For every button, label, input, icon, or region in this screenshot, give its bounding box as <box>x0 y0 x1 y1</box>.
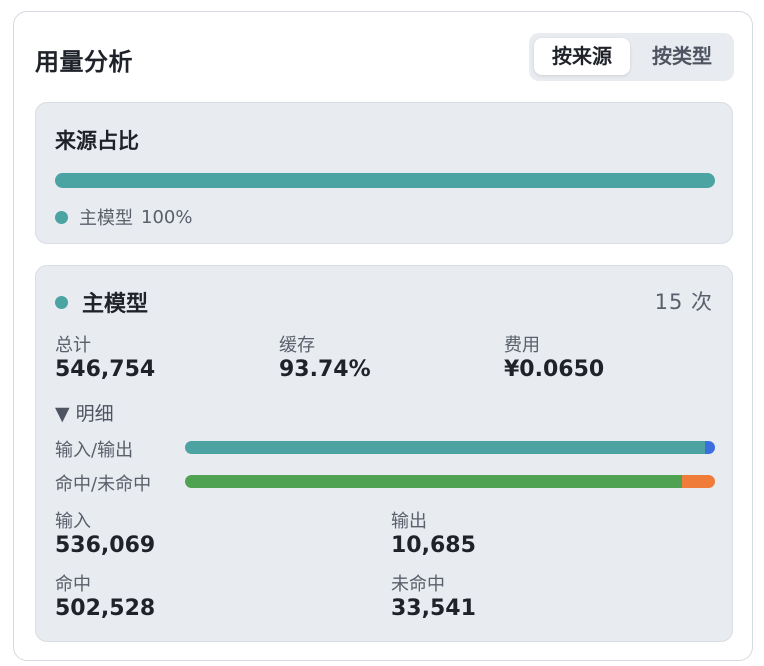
tab-by-type[interactable]: 按类型 <box>635 38 729 75</box>
model-name: 主模型 <box>82 292 149 317</box>
card-title: 用量分析 <box>35 48 133 76</box>
stat-total-value: 546,754 <box>55 357 156 382</box>
source-legend-item: 主模型 100% <box>55 204 192 230</box>
output-label: 输出 <box>391 511 427 532</box>
input-label: 输入 <box>55 511 91 532</box>
hit-bar-label: 命中/未命中 <box>55 474 152 495</box>
io-stacked-bar <box>185 441 715 454</box>
source-share-panel: 来源占比 主模型 100% <box>35 102 733 244</box>
source-share-bar <box>55 173 715 188</box>
io-bar-label: 输入/输出 <box>55 440 134 461</box>
usage-analysis-card: 用量分析 按来源 按类型 来源占比 主模型 100% 主模型 15 次 总计 5… <box>13 11 753 661</box>
stat-total-label: 总计 <box>55 335 91 356</box>
model-detail-panel: 主模型 15 次 总计 546,754 缓存 93.74% 费用 ¥0.0650… <box>35 265 733 642</box>
stat-cost-value: ¥0.0650 <box>504 357 605 382</box>
stat-cache-value: 93.74% <box>279 357 371 382</box>
output-value: 10,685 <box>391 533 476 558</box>
stat-cost-label: 费用 <box>504 335 540 356</box>
hit-stacked-bar <box>185 475 715 488</box>
legend-name: 主模型 <box>79 208 133 229</box>
miss-value: 33,541 <box>391 596 476 621</box>
call-count: 15 次 <box>654 290 713 314</box>
input-value: 536,069 <box>55 533 156 558</box>
bar-segment-1 <box>704 441 715 454</box>
bar-segment-0 <box>185 441 705 454</box>
legend-percent: 100% <box>141 206 193 228</box>
source-share-heading: 来源占比 <box>55 129 139 153</box>
model-dot-icon <box>55 295 68 309</box>
miss-label: 未命中 <box>391 574 445 595</box>
bar-segment-0 <box>185 475 682 488</box>
bar-segment-1 <box>681 475 715 488</box>
stat-cache-label: 缓存 <box>279 335 315 356</box>
view-mode-toggle: 按来源 按类型 <box>529 33 734 81</box>
detail-toggle-button[interactable]: ▼ 明细 <box>55 399 114 426</box>
hit-value: 502,528 <box>55 596 156 621</box>
hit-label: 命中 <box>55 574 91 595</box>
tab-by-source[interactable]: 按来源 <box>534 38 630 75</box>
model-header: 主模型 <box>55 286 148 318</box>
legend-dot-icon <box>55 210 68 224</box>
